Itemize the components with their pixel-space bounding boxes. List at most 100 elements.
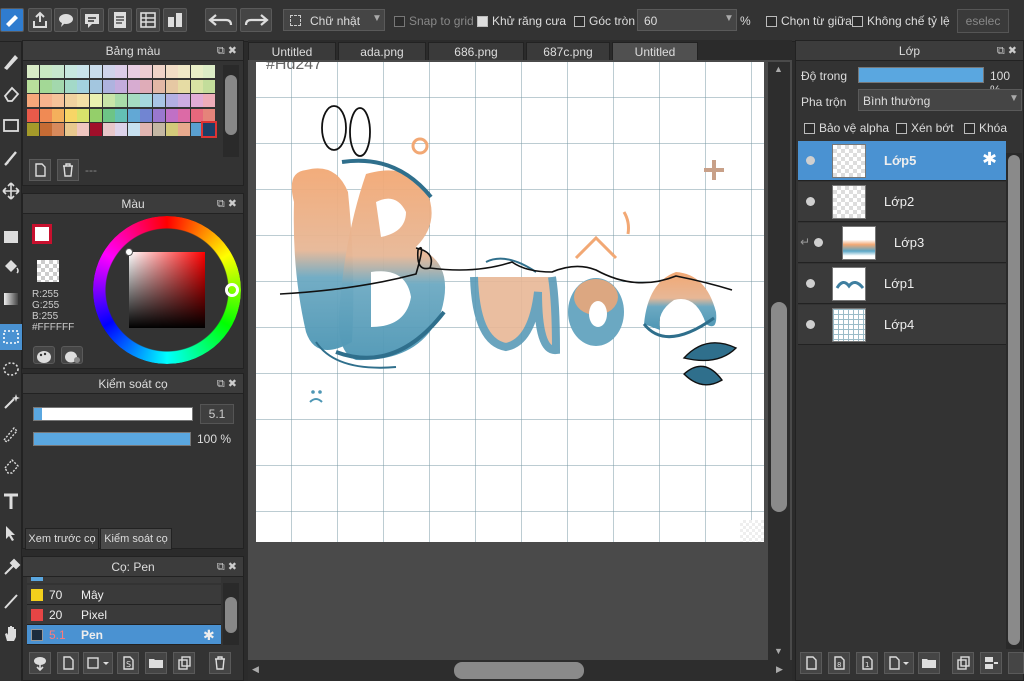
drawing-canvas[interactable]: #Hd247 (256, 62, 764, 542)
palette-swatch[interactable] (90, 108, 102, 122)
hue-handle[interactable] (225, 283, 239, 297)
scrollbar-thumb[interactable] (225, 75, 237, 135)
new-1bit-layer-icon[interactable]: 1 (856, 652, 878, 674)
brush-list-item[interactable]: 70 Mây (27, 585, 221, 605)
palette-swatch[interactable] (127, 94, 140, 107)
scroll-up-icon[interactable]: ▲ (774, 64, 783, 74)
palette-swatch[interactable] (178, 79, 191, 93)
tab-687c-png[interactable]: 687c.png (526, 42, 610, 62)
canvas-vertical-scrollbar[interactable]: ▲ ▼ (768, 62, 790, 660)
folder-icon[interactable] (145, 652, 167, 674)
palette-swatch[interactable] (90, 65, 102, 78)
eraser-tool-icon[interactable] (0, 80, 22, 106)
palette-swatch[interactable] (64, 108, 77, 122)
layer-row[interactable]: Lớp2 (798, 182, 1006, 222)
layout-icon[interactable] (163, 8, 187, 32)
layer-scrollbar[interactable] (1006, 153, 1022, 649)
pen-tool-icon[interactable] (0, 48, 22, 74)
palette-swatch[interactable] (115, 123, 128, 136)
trash-icon[interactable] (209, 652, 231, 674)
palette-swatch[interactable] (165, 94, 178, 107)
hand-tool-icon[interactable] (0, 620, 22, 646)
lasso-tool-icon[interactable] (0, 356, 22, 382)
round-corner-checkbox[interactable]: Góc tròn (574, 14, 635, 28)
selection-shape-dropdown[interactable]: Chữ nhật ▼ (283, 9, 385, 31)
palette-swatch[interactable] (27, 94, 39, 107)
palette-swatch[interactable] (203, 94, 216, 107)
brush-opacity-slider[interactable] (33, 432, 191, 446)
palette-swatch[interactable] (178, 65, 191, 78)
fill-rect-tool-icon[interactable] (0, 224, 22, 250)
panel-float-close-icon[interactable]: ⧉ ✖ (217, 557, 237, 577)
export-icon[interactable] (28, 8, 52, 32)
bucket-tool-icon[interactable] (0, 254, 22, 280)
palette-swatch[interactable] (127, 123, 140, 136)
palette-swatch[interactable] (52, 65, 65, 78)
from-center-checkbox[interactable]: Chọn từ giữa (766, 14, 852, 28)
layer-opacity-slider[interactable] (858, 67, 984, 83)
brush-size-value[interactable]: 5.1 (200, 404, 234, 424)
palette-swatch[interactable] (201, 121, 218, 138)
trash-icon[interactable] (57, 159, 79, 181)
palette-swatch[interactable] (64, 79, 77, 93)
redo-icon[interactable] (240, 8, 272, 32)
palette-swatch[interactable] (39, 79, 52, 93)
palette-swatch[interactable] (115, 65, 128, 78)
palette-scrollbar[interactable] (223, 65, 239, 157)
palette-swatch[interactable] (52, 94, 65, 107)
grid-settings-icon[interactable] (136, 8, 160, 32)
layer-row-selected[interactable]: Lớp5 ✱ (798, 141, 1006, 181)
palette-swatch[interactable] (190, 94, 203, 107)
palette-swatch[interactable] (52, 108, 65, 122)
deselect-button[interactable]: eselec (957, 9, 1009, 33)
antialias-checkbox[interactable]: Khử răng cưa (477, 14, 566, 28)
comment-icon[interactable] (80, 8, 104, 32)
text-tool-icon[interactable] (0, 488, 22, 514)
panel-float-close-icon[interactable]: ⧉ ✖ (997, 41, 1017, 61)
palette-swatch[interactable] (102, 65, 115, 78)
palette-swatch[interactable] (90, 94, 102, 107)
palette-swatch[interactable] (90, 123, 102, 136)
blend-mode-dropdown[interactable]: Bình thường ▼ (858, 89, 1022, 111)
folder-icon[interactable] (918, 652, 940, 674)
palette-swatch[interactable] (140, 123, 153, 136)
duplicate-icon[interactable] (173, 652, 195, 674)
scrollbar-thumb[interactable] (1008, 155, 1020, 645)
new-layer-icon[interactable] (800, 652, 822, 674)
select-eraser-tool-icon[interactable] (0, 452, 22, 478)
scroll-down-icon[interactable]: ▼ (774, 646, 783, 656)
protect-alpha-checkbox[interactable]: Bảo vệ alpha (804, 121, 889, 135)
speech-bubble-icon[interactable] (54, 8, 78, 32)
gear-icon[interactable]: ✱ (982, 149, 997, 170)
scrollbar-thumb[interactable] (771, 302, 787, 512)
clipping-checkbox[interactable]: Xén bớt (896, 121, 954, 135)
palette-add-icon[interactable] (61, 346, 83, 364)
saturation-value-square[interactable] (125, 248, 205, 328)
palette-swatch[interactable] (77, 79, 90, 93)
palette-swatch[interactable] (39, 108, 52, 122)
palette-swatch[interactable] (190, 108, 203, 122)
new-brush-icon[interactable] (57, 652, 79, 674)
select-pen-tool-icon[interactable] (0, 420, 22, 446)
round-corner-value[interactable]: 60 ▼ (637, 9, 737, 31)
palette-swatch[interactable] (178, 108, 191, 122)
move-tool-icon[interactable] (0, 178, 22, 204)
panel-float-close-icon[interactable]: ⧉ ✖ (217, 374, 237, 394)
palette-swatch[interactable] (165, 108, 178, 122)
lock-checkbox[interactable]: Khóa (964, 121, 1007, 135)
gear-icon[interactable]: ✱ (203, 625, 215, 645)
palette-swatch[interactable] (115, 108, 128, 122)
brush-size-slider[interactable] (33, 407, 193, 421)
tab-brush-control[interactable]: Kiểm soát cọ (100, 528, 172, 550)
palette-swatch[interactable] (140, 108, 153, 122)
palette-swatch[interactable] (178, 94, 191, 107)
visibility-eye-icon[interactable] (814, 238, 823, 247)
palette-swatch[interactable] (203, 65, 216, 78)
palette-swatch[interactable] (190, 65, 203, 78)
new-8bit-layer-icon[interactable]: 8 (828, 652, 850, 674)
palette-swatch[interactable] (190, 123, 203, 136)
layer-row[interactable]: Lớp4 (798, 305, 1006, 345)
brush-mode-icon[interactable] (0, 8, 24, 32)
tab-brush-preview[interactable]: Xem trước cọ (25, 528, 99, 550)
palette-swatch[interactable] (190, 79, 203, 93)
